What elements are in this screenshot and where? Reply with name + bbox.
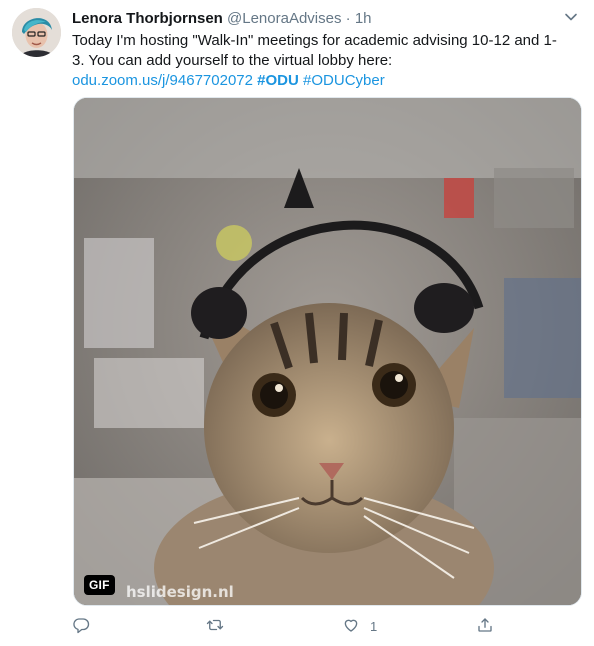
reply-icon [72, 616, 90, 637]
share-icon [476, 616, 494, 637]
like-count: 1 [370, 618, 378, 634]
like-button[interactable]: 1 [342, 614, 377, 638]
retweet-button[interactable] [206, 614, 224, 638]
cat-gif-image [74, 98, 581, 605]
heart-icon [342, 616, 360, 637]
retweet-icon [206, 616, 224, 637]
chevron-down-icon[interactable] [564, 10, 578, 24]
tweet-card[interactable]: Lenora Thorbjornsen @LenoraAdvises · 1h … [0, 0, 594, 646]
author-handle[interactable]: @LenoraAdvises [227, 10, 341, 27]
tweet-actions: 1 [72, 614, 512, 638]
timestamp[interactable]: 1h [355, 10, 372, 27]
reply-button[interactable] [72, 614, 90, 638]
avatar-image [12, 8, 61, 57]
avatar[interactable] [12, 8, 61, 57]
hashtag-oducyber[interactable]: #ODUCyber [303, 72, 385, 89]
tweet-text-line-1: Today I'm hosting "Walk-In" meetings for… [72, 32, 557, 49]
tweet-text-line-3: odu.zoom.us/j/9467702072 #ODU #ODUCyber [72, 71, 582, 91]
author-name[interactable]: Lenora Thorbjornsen [72, 10, 223, 27]
zoom-link[interactable]: odu.zoom.us/j/9467702072 [72, 72, 253, 89]
share-button[interactable] [476, 614, 494, 638]
gif-badge: GIF [84, 575, 115, 595]
tweet-header: Lenora Thorbjornsen @LenoraAdvises · 1h [72, 9, 564, 29]
tweet-text: Today I'm hosting "Walk-In" meetings for… [72, 31, 582, 91]
gif-media[interactable]: GIF hslidesign.nl [73, 97, 582, 606]
separator-dot: · [345, 10, 351, 27]
tweet-text-line-2: 3. You can add yourself to the virtual l… [72, 52, 393, 69]
hashtag-odu[interactable]: #ODU [257, 72, 299, 89]
media-watermark: hslidesign.nl [126, 583, 234, 601]
